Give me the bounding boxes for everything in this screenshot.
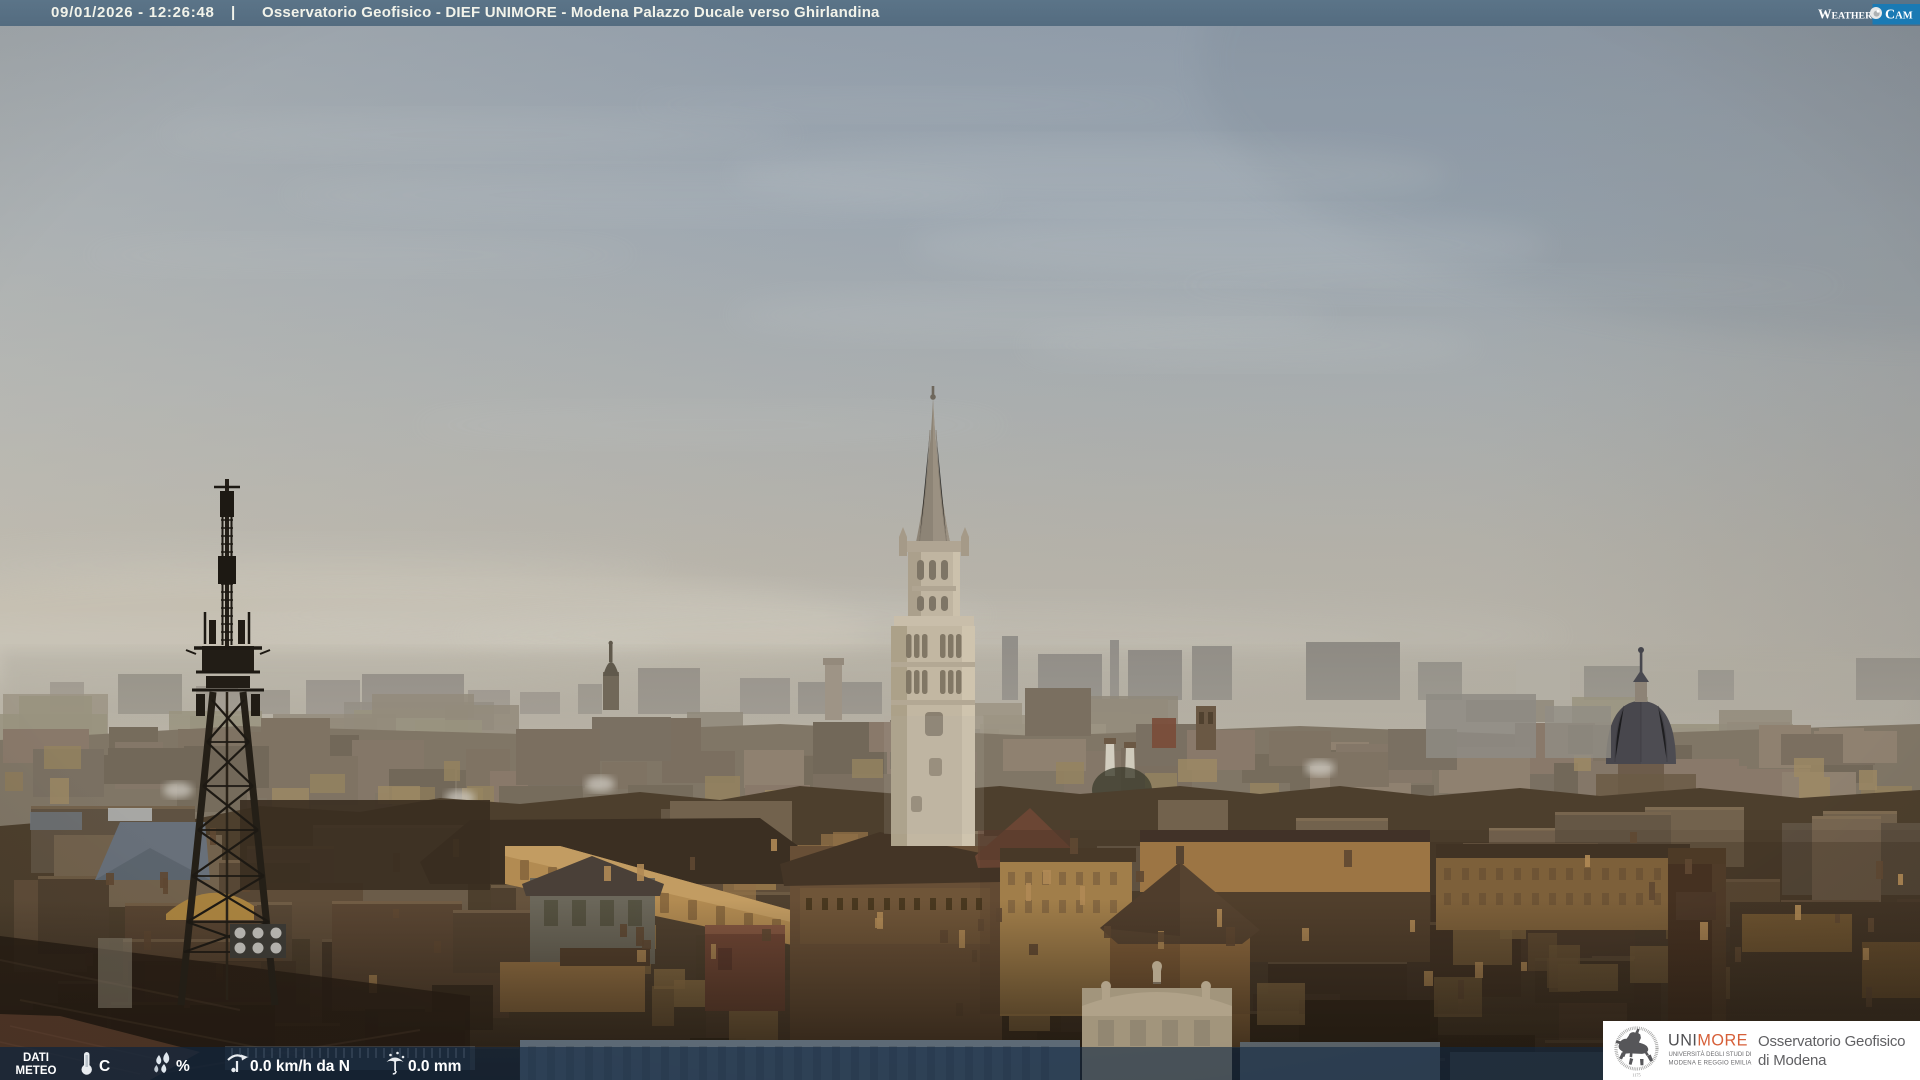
svg-text:METEO: METEO [16,1065,57,1077]
svg-text:0.0 km/h da N: 0.0 km/h da N [250,1058,350,1075]
svg-text:DATI: DATI [23,1052,49,1064]
svg-text:0.0 mm: 0.0 mm [408,1058,461,1075]
svg-text:CAM: CAM [1885,8,1913,23]
svg-text:di Modena: di Modena [1758,1052,1827,1069]
svg-text:MODENA E REGGIO EMILIA: MODENA E REGGIO EMILIA [1669,1061,1752,1067]
svg-text:1175: 1175 [1632,1073,1640,1078]
svg-text:C: C [99,1058,110,1075]
svg-text:UNIMORE: UNIMORE [1668,1032,1748,1050]
svg-text:UNIVERSITÀ DEGLI STUDI DI: UNIVERSITÀ DEGLI STUDI DI [1669,1051,1752,1058]
svg-text:WEATHER: WEATHER [1818,7,1873,22]
svg-text:Osservatorio Geofisico: Osservatorio Geofisico [1758,1033,1905,1050]
svg-text:%: % [176,1058,190,1075]
